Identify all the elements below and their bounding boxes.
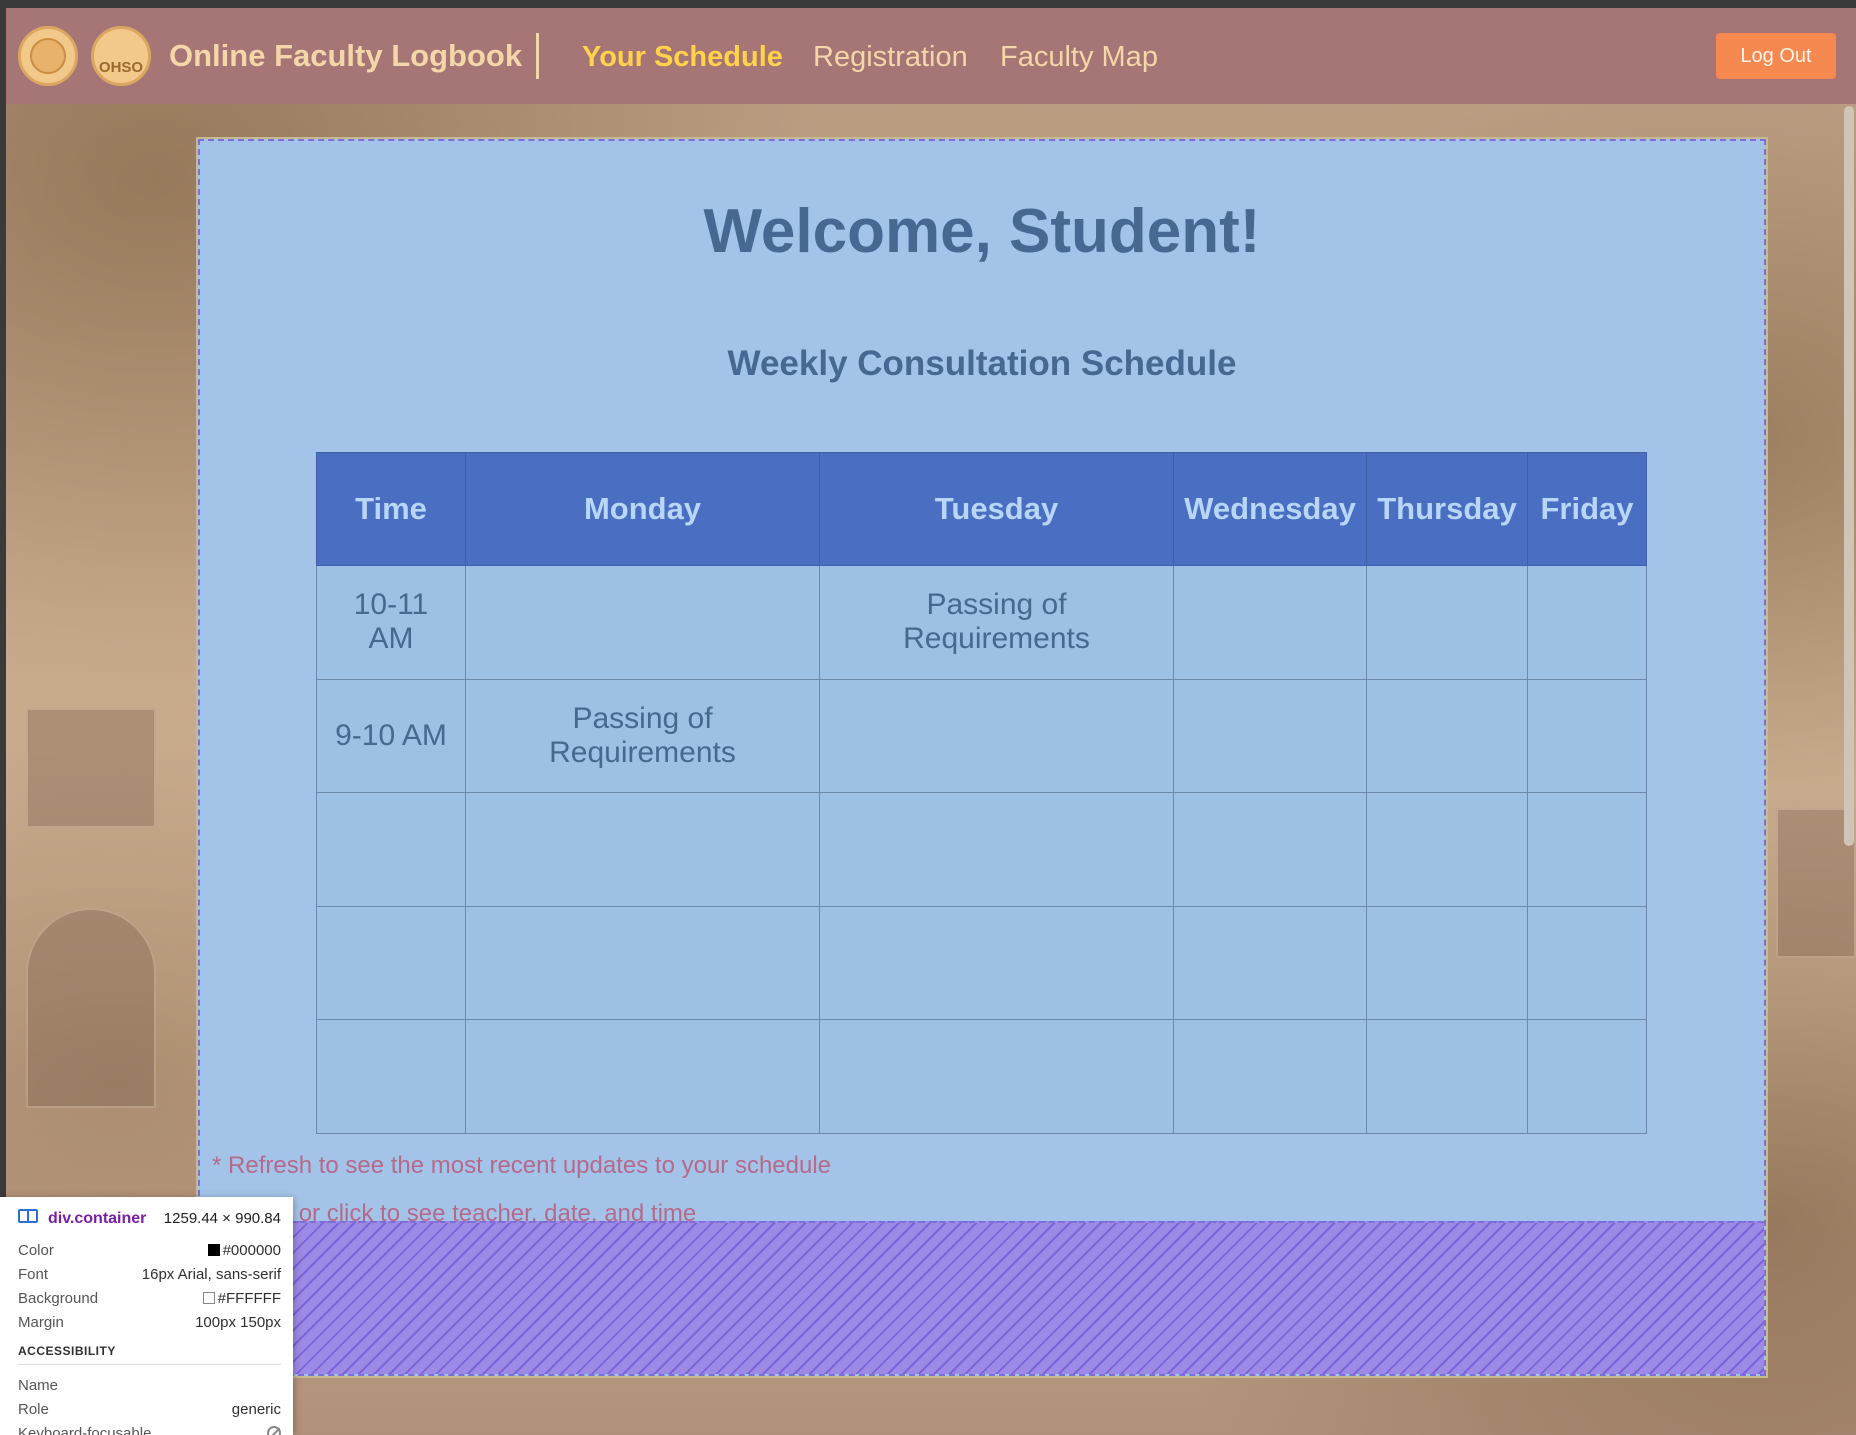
time-cell <box>316 905 466 1021</box>
tooltip-label: Color <box>18 1241 54 1259</box>
tooltip-label: Name <box>18 1376 59 1394</box>
time-cell: 10-11 AM <box>316 565 466 680</box>
tooltip-value: #FFFFFF <box>217 1289 281 1307</box>
tooltip-element-name: div.container <box>48 1210 147 1227</box>
tooltip-divider <box>18 1364 281 1365</box>
schedule-title: Weekly Consultation Schedule <box>727 344 1237 383</box>
background-window <box>26 708 156 828</box>
university-seal-logo[interactable] <box>18 26 78 86</box>
tooltip-row: Color #000000 <box>18 1238 281 1262</box>
schedule-cell[interactable] <box>465 565 820 680</box>
tooltip-value: #000000 <box>222 1241 281 1259</box>
header-thursday: Thursday <box>1366 452 1528 566</box>
table-row <box>316 905 1647 1021</box>
main-container: Welcome, Student! Weekly Consultation Sc… <box>196 137 1768 1378</box>
tooltip-label: Role <box>18 1400 49 1418</box>
schedule-cell[interactable] <box>465 1019 820 1134</box>
nav-your-schedule[interactable]: Your Schedule <box>582 41 783 74</box>
tooltip-row: Font 16px Arial, sans-serif <box>18 1262 281 1286</box>
background-arch <box>26 908 156 1108</box>
brand-title[interactable]: Online Faculty Logbook <box>169 38 522 74</box>
tooltip-row: Margin 100px 150px <box>18 1310 281 1334</box>
tooltip-element-size: 1259.44 × 990.84 <box>163 1210 281 1227</box>
time-cell <box>316 1019 466 1134</box>
schedule-table: Time Monday Tuesday Wednesday Thursday F… <box>316 452 1647 1134</box>
tooltip-header: div.container 1259.44 × 990.84 <box>18 1209 281 1228</box>
color-swatch <box>202 1291 215 1304</box>
schedule-cell[interactable] <box>1173 905 1367 1021</box>
tooltip-section-title: ACCESSIBILITY <box>18 1344 116 1358</box>
schedule-cell[interactable] <box>1366 678 1528 794</box>
header-friday: Friday <box>1527 452 1647 566</box>
top-navbar: OHSO Online Faculty Logbook Your Schedul… <box>6 8 1856 104</box>
refresh-note: * Refresh to see the most recent updates… <box>212 1152 832 1179</box>
schedule-cell[interactable] <box>465 792 820 907</box>
tooltip-row: Background #FFFFFF <box>18 1286 281 1310</box>
schedule-cell[interactable] <box>465 905 820 1021</box>
table-row: 10-11 AM Passing of Requirements <box>316 565 1647 680</box>
table-header-row: Time Monday Tuesday Wednesday Thursday F… <box>316 452 1647 566</box>
header-tuesday: Tuesday <box>819 452 1174 566</box>
logout-button[interactable]: Log Out <box>1716 33 1836 79</box>
schedule-cell[interactable]: Passing of Requirements <box>465 678 820 794</box>
table-row <box>316 792 1647 907</box>
schedule-cell[interactable] <box>819 1019 1174 1134</box>
nav-registration[interactable]: Registration <box>813 41 968 74</box>
time-cell: 9-10 AM <box>316 678 466 794</box>
schedule-cell[interactable] <box>819 792 1174 907</box>
devtools-inspect-tooltip: div.container 1259.44 × 990.84 Color #00… <box>0 1197 293 1435</box>
schedule-cell[interactable] <box>1366 565 1528 680</box>
ohso-logo-text: OHSO <box>98 58 144 76</box>
schedule-cell[interactable] <box>1527 565 1647 680</box>
tooltip-value: 16px Arial, sans-serif <box>141 1265 281 1283</box>
ohso-logo[interactable]: OHSO <box>91 26 151 86</box>
nav-divider <box>536 33 539 79</box>
tooltip-label: Background <box>18 1289 99 1307</box>
schedule-cell[interactable] <box>819 905 1174 1021</box>
tooltip-row: Name <box>18 1373 281 1397</box>
welcome-heading: Welcome, Student! <box>703 197 1261 266</box>
devtools-margin-overlay <box>200 1221 1764 1374</box>
tooltip-label: Margin <box>18 1313 64 1331</box>
schedule-cell[interactable] <box>1527 792 1647 907</box>
schedule-cell[interactable] <box>1527 678 1647 794</box>
header-wednesday: Wednesday <box>1173 452 1367 566</box>
nav-faculty-map[interactable]: Faculty Map <box>1000 41 1158 74</box>
schedule-cell[interactable] <box>1366 905 1528 1021</box>
header-time: Time <box>316 452 466 566</box>
not-focusable-icon <box>267 1426 281 1435</box>
layout-icon <box>18 1209 38 1223</box>
table-row <box>316 1019 1647 1134</box>
tooltip-value: 100px 150px <box>195 1313 281 1331</box>
schedule-cell[interactable] <box>1173 678 1367 794</box>
time-cell <box>316 792 466 907</box>
tooltip-label: Keyboard-focusable <box>18 1424 152 1435</box>
schedule-cell[interactable] <box>1366 1019 1528 1134</box>
table-row: 9-10 AM Passing of Requirements <box>316 678 1647 794</box>
schedule-cell[interactable] <box>1527 905 1647 1021</box>
schedule-cell[interactable] <box>1173 792 1367 907</box>
tooltip-value: generic <box>231 1400 281 1418</box>
schedule-cell[interactable] <box>819 678 1174 794</box>
page-scrollbar[interactable] <box>1844 106 1854 846</box>
color-swatch <box>207 1243 220 1256</box>
header-monday: Monday <box>465 452 820 566</box>
tooltip-label: Font <box>18 1265 49 1283</box>
schedule-cell[interactable] <box>1366 792 1528 907</box>
schedule-cell[interactable] <box>1527 1019 1647 1134</box>
schedule-cell[interactable] <box>1173 1019 1367 1134</box>
tooltip-row: Role generic <box>18 1397 281 1421</box>
schedule-cell[interactable]: Passing of Requirements <box>819 565 1174 680</box>
tooltip-row: Keyboard-focusable <box>18 1421 281 1435</box>
schedule-cell[interactable] <box>1173 565 1367 680</box>
